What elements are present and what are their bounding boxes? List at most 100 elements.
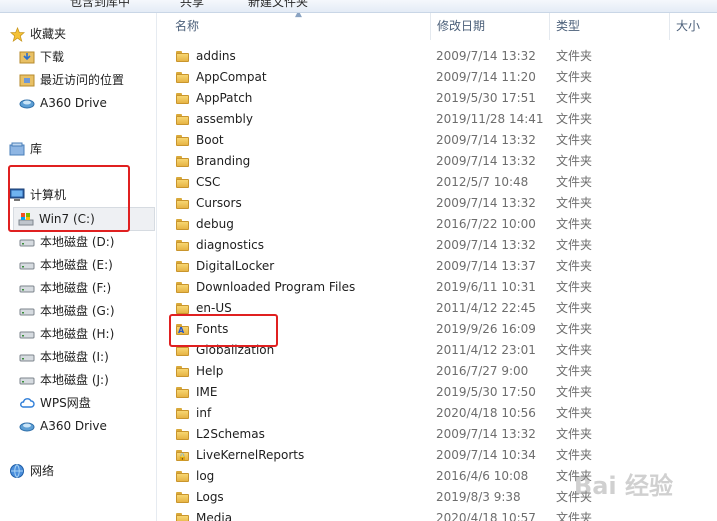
new-folder-button[interactable]: 新建文件夹 [248,0,308,10]
share-button[interactable]: 共享 [180,0,204,10]
table-row[interactable]: Cursors 2009/7/14 13:32 文件夹 [157,193,717,214]
column-header-date[interactable]: 修改日期 [431,13,550,40]
nav-drive-i[interactable]: 本地磁盘 (I:) [19,346,109,368]
folder-icon [176,198,189,209]
nav-a360-drive-computer[interactable]: A360 Drive [19,415,107,437]
file-name-cell: DigitalLocker [176,256,428,277]
file-type: 文件夹 [556,280,593,294]
folder-icon [176,156,189,167]
file-name-cell: AppPatch [176,88,428,109]
nav-recent-places[interactable]: 最近访问的位置 [19,69,124,91]
file-date: 2019/11/28 14:41 [436,112,544,126]
table-row[interactable]: AppCompat 2009/7/14 11:20 文件夹 [157,67,717,88]
file-name: Downloaded Program Files [196,280,356,294]
file-name: addins [196,49,236,63]
nav-drive-d[interactable]: 本地磁盘 (D:) [19,231,114,253]
table-row[interactable]: CSC 2012/5/7 10:48 文件夹 [157,172,717,193]
file-type: 文件夹 [556,259,593,273]
file-date: 2009/7/14 13:32 [436,238,536,252]
library-icon [9,141,25,157]
table-row[interactable]: DigitalLocker 2009/7/14 13:37 文件夹 [157,256,717,277]
file-name-cell: Help [176,361,428,382]
cloud-icon [19,395,35,411]
network-icon [9,463,25,479]
folder-icon [176,114,189,125]
nav-libraries[interactable]: 库 [9,138,42,160]
folder-icon [176,387,189,398]
file-date: 2009/7/14 11:20 [436,70,536,84]
table-row[interactable]: Media 2020/4/18 10:57 文件夹 [157,508,717,521]
table-row[interactable]: addins 2009/7/14 13:32 文件夹 [157,46,717,67]
file-date: 2009/7/14 13:32 [436,196,536,210]
file-date: 2016/7/27 9:00 [436,364,529,378]
table-row[interactable]: L2Schemas 2009/7/14 13:32 文件夹 [157,424,717,445]
file-date: 2016/7/22 10:00 [436,217,536,231]
file-name: LiveKernelReports [196,448,305,462]
file-type: 文件夹 [556,343,593,357]
file-name: Boot [196,133,224,147]
table-row[interactable]: debug 2016/7/22 10:00 文件夹 [157,214,717,235]
file-date: 2020/4/18 10:57 [436,511,536,521]
folder-icon [176,51,189,62]
nav-label: A360 Drive [40,96,107,110]
file-name: assembly [196,112,253,126]
table-row[interactable]: 🔒 LiveKernelReports 2009/7/14 10:34 文件夹 [157,445,717,466]
table-row[interactable]: Help 2016/7/27 9:00 文件夹 [157,361,717,382]
nav-favorites[interactable]: 收藏夹 [9,23,66,45]
nav-drive-j[interactable]: 本地磁盘 (J:) [19,369,109,391]
nav-drive-h[interactable]: 本地磁盘 (H:) [19,323,114,345]
nav-drive-e[interactable]: 本地磁盘 (E:) [19,254,113,276]
file-type: 文件夹 [556,154,593,168]
file-name-cell: Media [176,508,428,521]
column-header-size[interactable]: 大小 [670,13,717,40]
nav-a360-drive-favorites[interactable]: A360 Drive [19,92,107,114]
file-type: 文件夹 [556,175,593,189]
hard-drive-icon [19,326,35,342]
file-name: Media [196,511,233,521]
file-name: AppCompat [196,70,267,84]
nav-label: WPS网盘 [40,396,91,410]
table-row[interactable]: diagnostics 2009/7/14 13:32 文件夹 [157,235,717,256]
table-row[interactable]: Boot 2009/7/14 13:32 文件夹 [157,130,717,151]
nav-drive-g[interactable]: 本地磁盘 (G:) [19,300,115,322]
highlight-annotation [8,165,130,232]
nav-downloads[interactable]: 下载 [19,46,64,68]
folder-icon [176,93,189,104]
highlight-annotation [169,314,278,347]
column-header-type[interactable]: 类型 [550,13,670,40]
file-name: AppPatch [196,91,253,105]
folder-icon [176,408,189,419]
table-row[interactable]: inf 2020/4/18 10:56 文件夹 [157,403,717,424]
file-name-cell: Downloaded Program Files [176,277,428,298]
nav-wps-cloud[interactable]: WPS网盘 [19,392,91,414]
table-row[interactable]: Branding 2009/7/14 13:32 文件夹 [157,151,717,172]
folder-icon [176,135,189,146]
column-header-name[interactable]: 名称 [169,13,431,40]
folder-icon [176,471,189,482]
file-type: 文件夹 [556,238,593,252]
nav-label: 本地磁盘 (I:) [40,350,109,364]
nav-drive-f[interactable]: 本地磁盘 (F:) [19,277,111,299]
file-date: 2009/7/14 13:32 [436,154,536,168]
file-type: 文件夹 [556,364,593,378]
file-name: inf [196,406,212,420]
include-in-library-button[interactable]: 包含到库中 [70,0,130,10]
star-icon [9,26,25,42]
file-date: 2019/5/30 17:50 [436,385,536,399]
file-type: 文件夹 [556,133,593,147]
folder-icon [176,72,189,83]
table-row[interactable]: IME 2019/5/30 17:50 文件夹 [157,382,717,403]
navigation-pane: 收藏夹 下载 最近访问的位置 A360 Drive 库 计算机 Win7 (C:… [0,13,157,521]
folder-icon [176,429,189,440]
fonts-badge-icon: A [178,326,185,335]
file-type: 文件夹 [556,511,593,521]
nav-network[interactable]: 网络 [9,460,54,482]
file-type: 文件夹 [556,406,593,420]
file-date: 2012/5/7 10:48 [436,175,529,189]
table-row[interactable]: AppPatch 2019/5/30 17:51 文件夹 [157,88,717,109]
table-row[interactable]: Downloaded Program Files 2019/6/11 10:31 文… [157,277,717,298]
file-name: debug [196,217,234,231]
file-date: 2009/7/14 10:34 [436,448,536,462]
hard-drive-icon [19,280,35,296]
table-row[interactable]: assembly 2019/11/28 14:41 文件夹 [157,109,717,130]
